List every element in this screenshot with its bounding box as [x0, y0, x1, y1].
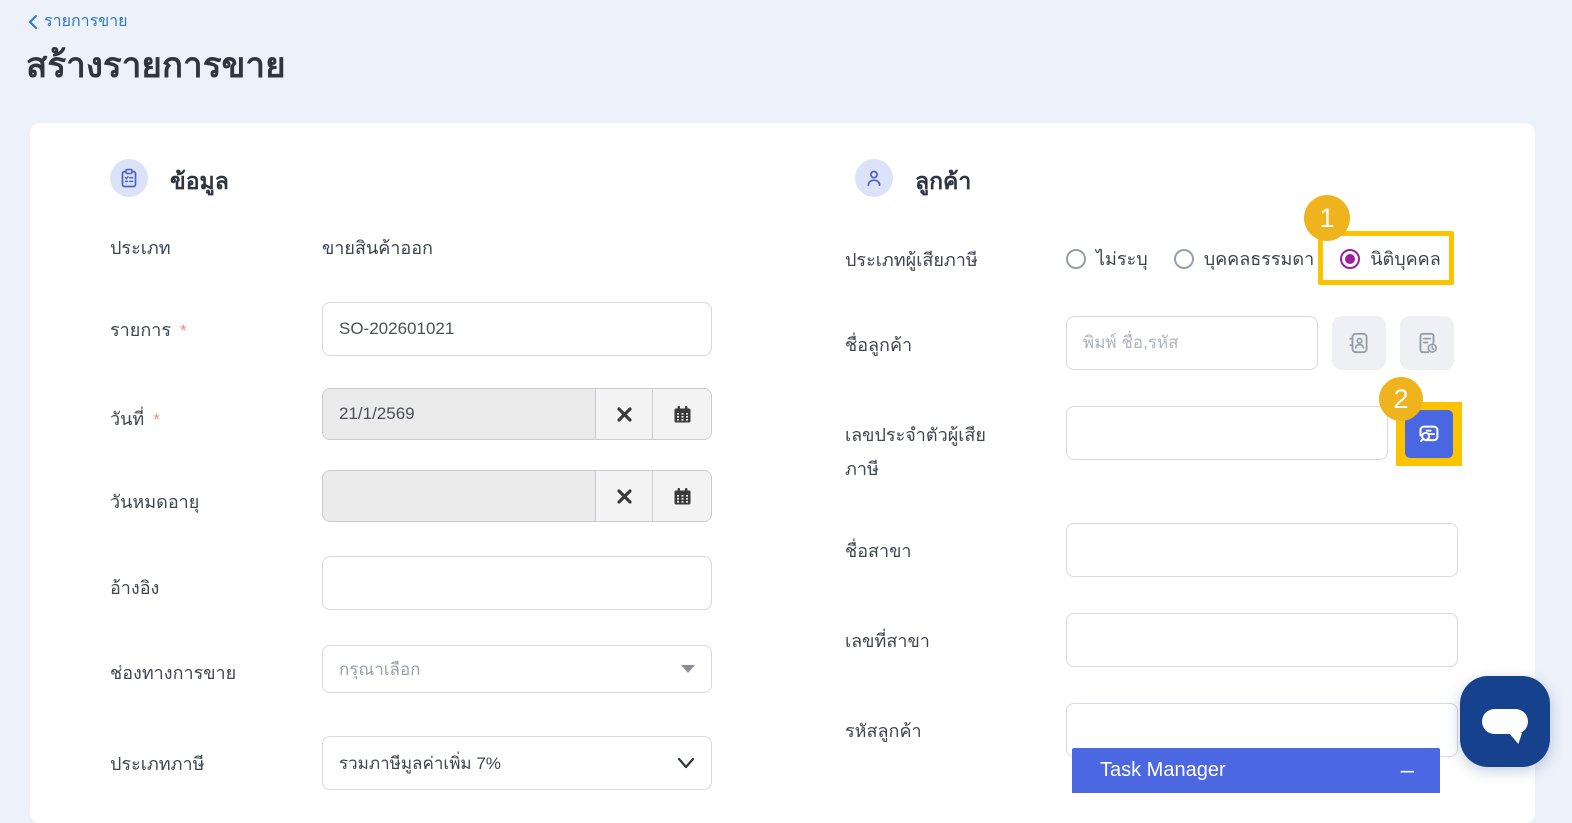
task-manager-title: Task Manager: [1100, 759, 1226, 782]
expiry-calendar-button[interactable]: [652, 471, 711, 521]
document-history-button[interactable]: [1400, 316, 1454, 370]
document-search-icon: [1416, 421, 1443, 448]
required-asterisk: *: [180, 321, 187, 340]
calendar-icon: [673, 405, 692, 424]
branch-name-input[interactable]: [1066, 523, 1458, 577]
person-icon: [864, 168, 884, 188]
customer-section-title: ลูกค้า: [915, 164, 971, 200]
customer-name-input[interactable]: [1066, 316, 1318, 370]
tax-id-input[interactable]: [1066, 406, 1388, 460]
customer-section-icon-circle: [855, 159, 893, 197]
document-history-icon: [1414, 330, 1440, 356]
channel-placeholder: กรุณาเลือก: [339, 656, 420, 683]
taxpayer-type-label: ประเภทผู้เสียภาษี: [845, 245, 978, 274]
number-input[interactable]: [322, 302, 712, 356]
branch-number-label: เลขที่สาขา: [845, 626, 930, 655]
channel-label: ช่องทางการขาย: [110, 658, 236, 687]
branch-number-input[interactable]: [1066, 613, 1458, 667]
step-1-badge: 1: [1304, 195, 1350, 241]
back-chevron-icon: [28, 15, 37, 29]
radio-circle-icon: [1174, 249, 1194, 269]
branch-name-label: ชื่อสาขา: [845, 536, 912, 565]
tax-type-label: ประเภทภาษี: [110, 749, 204, 778]
number-label: รายการ*: [110, 315, 187, 344]
select-arrow-icon: [681, 665, 695, 673]
customer-name-label: ชื่อลูกค้า: [845, 330, 912, 359]
radio-not-specified[interactable]: ไม่ระบุ: [1066, 244, 1148, 273]
reference-label: อ้างอิง: [110, 573, 159, 602]
radio-circle-icon: [1066, 249, 1086, 269]
clipboard-icon: [119, 168, 139, 188]
date-input-group: 21/1/2569: [322, 388, 712, 440]
type-value: ขายสินค้าออก: [322, 233, 433, 262]
tax-id-label: เลขประจำตัวผู้เสีย ภาษี: [845, 418, 986, 486]
date-calendar-button[interactable]: [652, 389, 711, 439]
radio-individual[interactable]: บุคคลธรรมดา: [1174, 244, 1315, 273]
clear-icon: [616, 488, 633, 505]
reference-input[interactable]: [322, 556, 712, 610]
type-label: ประเภท: [110, 233, 171, 262]
radio-selected-icon: [1340, 249, 1360, 269]
minimize-icon[interactable]: –: [1401, 759, 1414, 783]
date-label: วันที่*: [110, 404, 160, 433]
channel-select[interactable]: กรุณาเลือก: [322, 645, 712, 693]
customer-code-label: รหัสลูกค้า: [845, 716, 922, 745]
form-card: ข้อมูล ประเภท ขายสินค้าออก รายการ* วันที…: [30, 123, 1535, 823]
calendar-icon: [673, 487, 692, 506]
task-manager-bar[interactable]: Task Manager –: [1072, 748, 1440, 793]
tax-type-select[interactable]: รวมภาษีมูลค่าเพิ่ม 7%: [322, 736, 712, 790]
expiry-clear-button[interactable]: [595, 471, 652, 521]
radio-juristic-person[interactable]: นิติบุคคล: [1340, 244, 1441, 273]
step-2-badge: 2: [1379, 377, 1423, 421]
info-section-icon-circle: [110, 159, 148, 197]
breadcrumb-label[interactable]: รายการขาย: [44, 9, 128, 34]
required-asterisk: *: [153, 410, 160, 429]
tax-type-value: รวมภาษีมูลค่าเพิ่ม 7%: [339, 750, 501, 777]
expiry-label: วันหมดอายุ: [110, 487, 199, 516]
taxpayer-radio-group: ไม่ระบุ บุคคลธรรมดา นิติบุคคล: [1066, 244, 1441, 273]
expiry-input-group: [322, 470, 712, 522]
breadcrumb[interactable]: รายการขาย: [28, 9, 128, 34]
chevron-down-icon: [677, 757, 695, 769]
clear-icon: [616, 406, 633, 423]
expiry-input[interactable]: [323, 471, 595, 521]
contact-list-button[interactable]: [1332, 316, 1386, 370]
contact-book-icon: [1346, 330, 1372, 356]
date-clear-button[interactable]: [595, 389, 652, 439]
chat-bubble-icon: [1482, 709, 1528, 734]
info-section-title: ข้อมูล: [170, 164, 229, 200]
chat-launcher-button[interactable]: [1460, 676, 1550, 767]
date-input[interactable]: 21/1/2569: [323, 389, 595, 439]
page-title: สร้างรายการขาย: [26, 38, 286, 93]
